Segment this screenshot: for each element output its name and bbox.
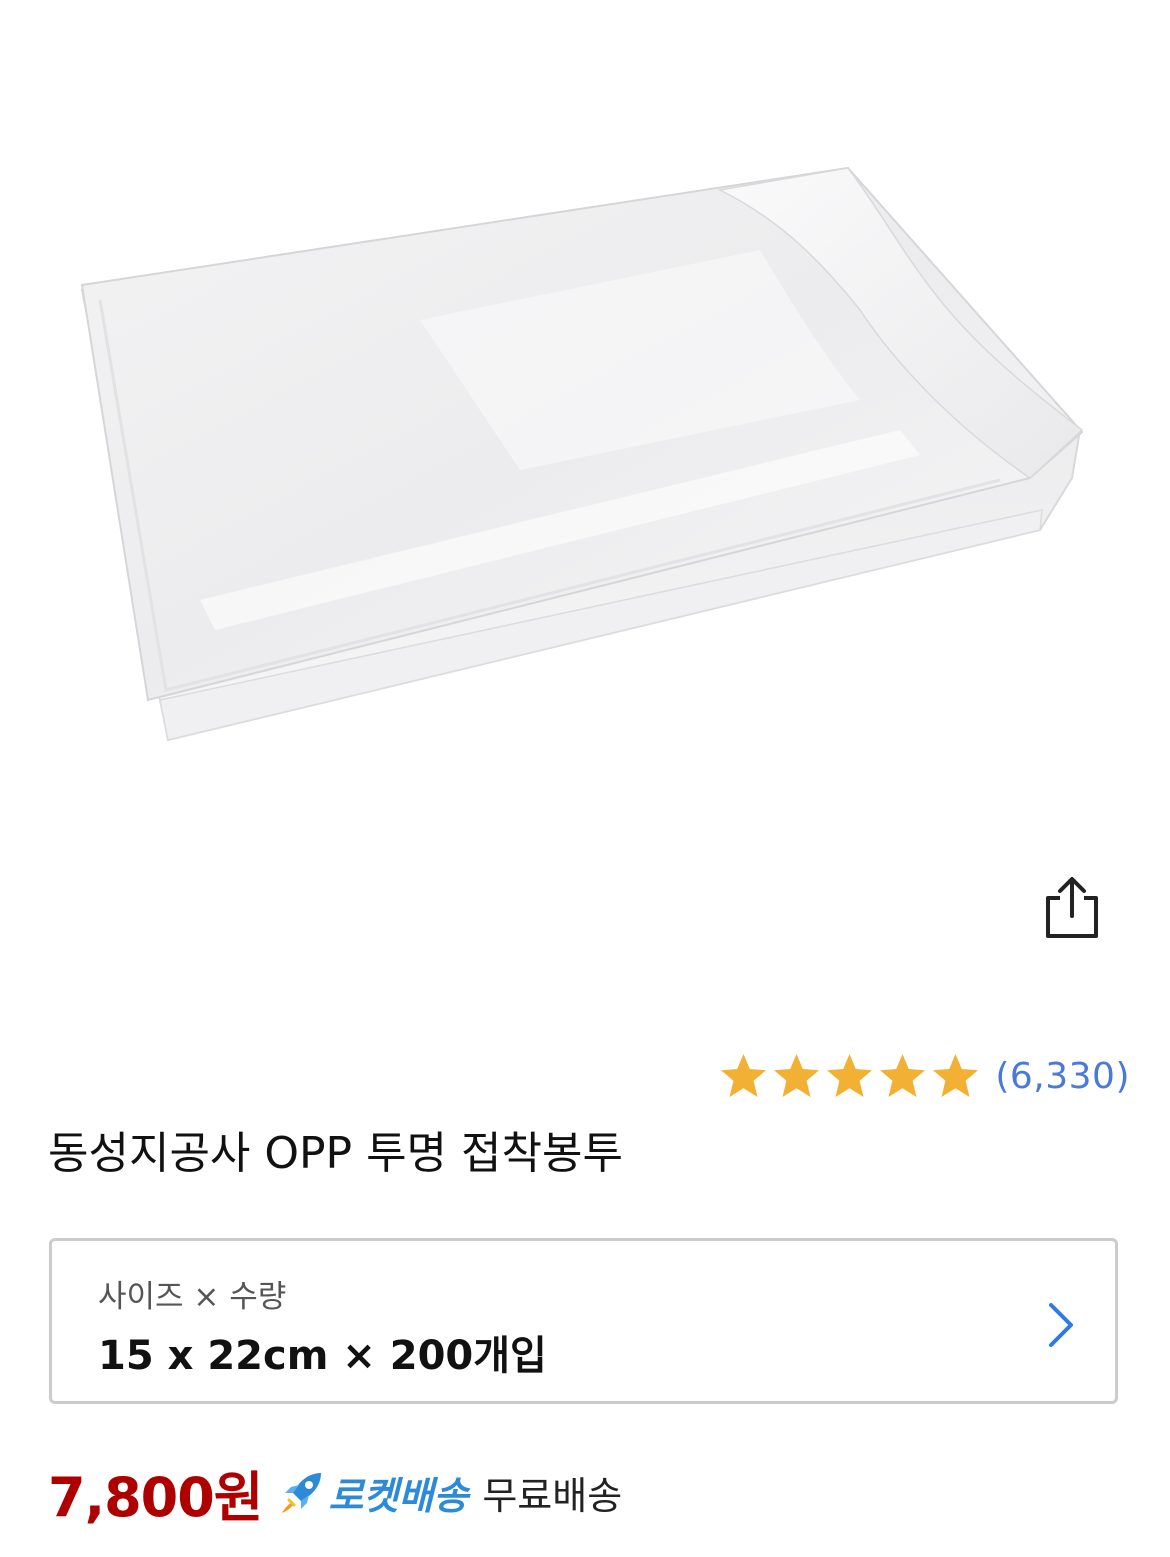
- star-icon: [880, 1054, 926, 1097]
- product-detail-page: (6,330) 동성지공사 OPP 투명 접착봉투 사이즈 × 수량 15 x …: [0, 0, 1170, 1557]
- review-count[interactable]: (6,330): [995, 1056, 1130, 1097]
- share-icon: [1046, 877, 1098, 938]
- product-title: 동성지공사 OPP 투명 접착봉투: [48, 1128, 623, 1179]
- share-button[interactable]: [1038, 872, 1104, 942]
- rocket-delivery-badge: 로켓배송: [277, 1465, 469, 1520]
- price-row: 7,800원 로켓배송 무료배송: [48, 1452, 622, 1532]
- rocket-delivery-label: 로켓배송: [328, 1473, 469, 1518]
- star-icon: [721, 1054, 767, 1097]
- star-icon: [774, 1054, 820, 1097]
- product-image[interactable]: [0, 0, 1170, 860]
- rating[interactable]: (6,330): [718, 1048, 1130, 1104]
- star-icon: [827, 1054, 873, 1097]
- rating-stars: [718, 1052, 981, 1100]
- option-value: 15 x 22cm × 200개입: [98, 1333, 547, 1379]
- star-icon: [933, 1054, 979, 1097]
- rocket-icon: [281, 1473, 321, 1513]
- option-label: 사이즈 × 수량: [98, 1279, 287, 1315]
- price: 7,800원: [48, 1465, 263, 1529]
- free-shipping-label: 무료배송: [482, 1473, 623, 1518]
- chevron-right-icon: [1049, 1303, 1073, 1347]
- option-selector[interactable]: 사이즈 × 수량 15 x 22cm × 200개입: [49, 1238, 1118, 1404]
